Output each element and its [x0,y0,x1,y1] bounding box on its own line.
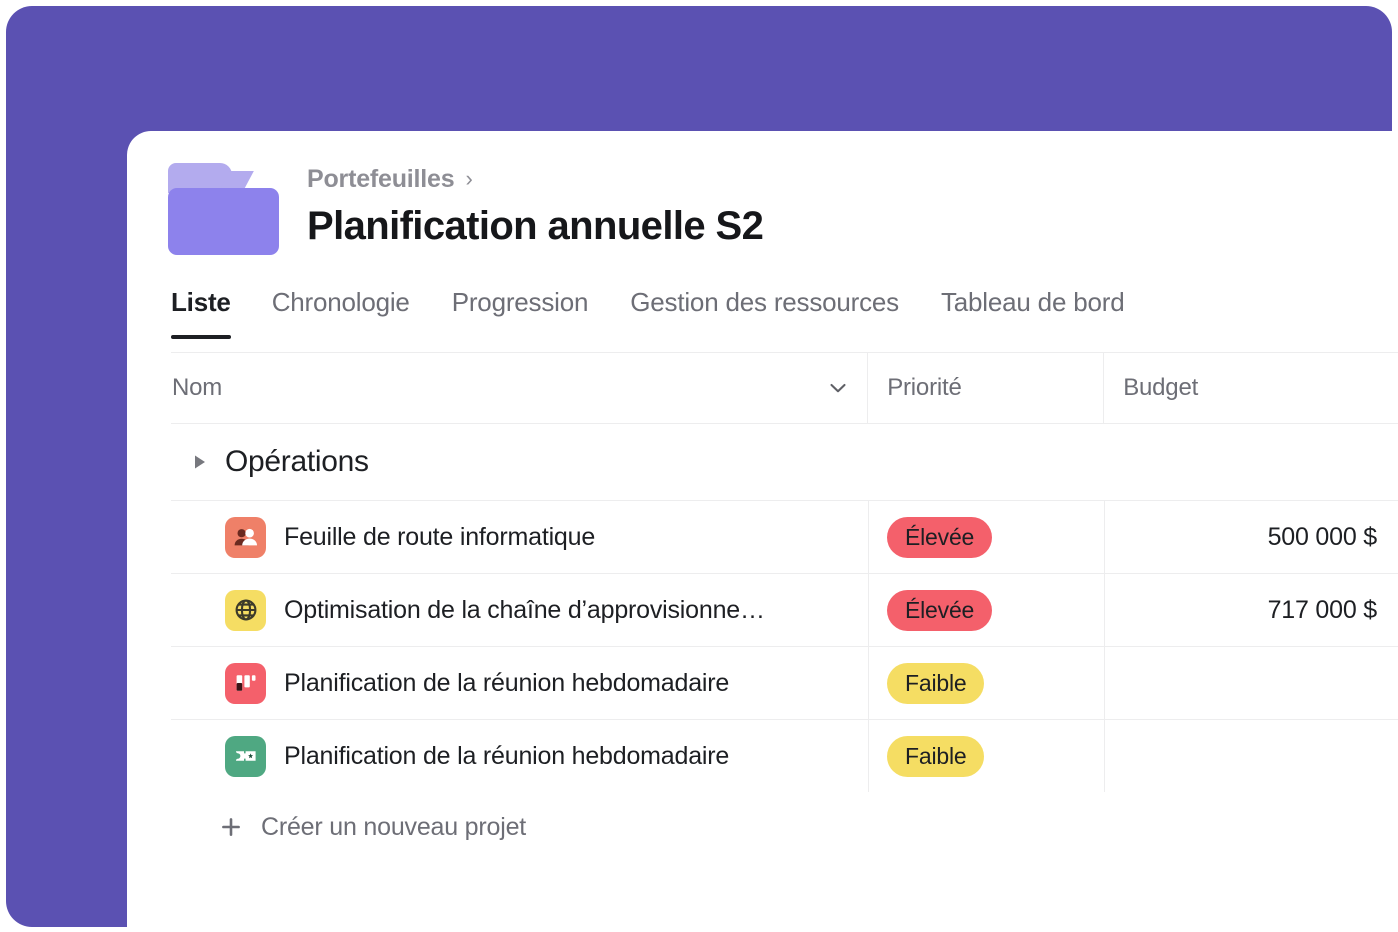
users-icon [225,516,266,558]
row-name: Feuille de route informatique [284,522,596,551]
create-new-project-button[interactable]: Créer un nouveau projet [171,792,1398,862]
tab-tableau-de-bord-label: Tableau de bord [940,287,1125,317]
group-row-operations[interactable]: Opérations [171,424,1398,500]
cell-name: Planification de la réunion hebdomadaire [171,647,868,719]
app-card: Portefeuilles › Planification annuelle S… [127,131,1398,932]
folder-icon-body [168,188,279,255]
breadcrumb-link-portefeuilles[interactable]: Portefeuilles [307,164,455,194]
tab-progression[interactable]: Progression [431,281,610,352]
cell-budget [1103,647,1398,719]
screenshot-root: Portefeuilles › Planification annuelle S… [0,0,1398,932]
group-row-label: Opérations [225,444,369,478]
title-block: Portefeuilles › Planification annuelle S… [307,160,764,250]
ticket-icon [225,735,266,777]
column-header-nom[interactable]: Nom [171,353,867,423]
tab-liste[interactable]: Liste [171,281,251,352]
tab-tableau-de-bord[interactable]: Tableau de bord [920,281,1145,352]
row-name: Optimisation de la chaîne d’approvisionn… [284,595,765,624]
tab-gestion-des-ressources-label: Gestion des ressources [630,287,899,317]
tab-bar: Liste Chronologie Progression Gestion de… [127,281,1398,352]
column-header-nom-label: Nom [172,374,223,401]
cell-priority: Faible [868,720,1104,792]
status-badge-priority: Élevée [887,516,993,558]
chevron-down-icon[interactable] [827,377,849,399]
cell-budget: 717 000 $ [1103,574,1398,646]
cell-name: Planification de la réunion hebdomadaire [171,720,868,792]
table-header-row: Nom Priorité Budget [171,352,1398,424]
status-badge-priority: Élevée [887,589,993,631]
table-row[interactable]: Optimisation de la chaîne d’approvisionn… [171,573,1398,646]
row-name: Planification de la réunion hebdomadaire [284,668,730,697]
breadcrumb: Portefeuilles › [307,164,763,194]
page-header: Portefeuilles › Planification annuelle S… [127,131,1398,281]
tab-chronologie[interactable]: Chronologie [251,281,431,352]
table-row[interactable]: Planification de la réunion hebdomadaire… [171,646,1398,719]
globe-icon [225,589,266,631]
tab-liste-label: Liste [171,287,231,317]
folder-icon [168,163,279,255]
tab-chronologie-label: Chronologie [271,287,410,317]
row-name: Planification de la réunion hebdomadaire [284,741,730,770]
cell-name: Feuille de route informatique [171,501,868,573]
board-icon [225,662,266,704]
projects-table: Nom Priorité Budget Opérations Feuille d… [171,352,1398,932]
column-header-budget-label: Budget [1123,374,1199,401]
table-row[interactable]: Planification de la réunion hebdomadaire… [171,719,1398,792]
chevron-right-icon: › [465,166,473,191]
cell-priority: Élevée [868,501,1104,573]
column-header-budget[interactable]: Budget [1103,353,1398,423]
cell-priority: Élevée [868,574,1104,646]
plus-icon [219,815,243,839]
cell-name: Optimisation de la chaîne d’approvisionn… [171,574,868,646]
triangle-right-icon[interactable] [189,451,211,473]
column-header-priorite-label: Priorité [887,374,962,401]
table-row[interactable]: Feuille de route informatique Élevée 500… [171,500,1398,573]
create-new-project-label: Créer un nouveau projet [261,812,527,841]
page-title: Planification annuelle S2 [307,204,764,248]
tab-gestion-des-ressources[interactable]: Gestion des ressources [609,281,920,352]
cell-budget [1103,720,1398,792]
tab-progression-label: Progression [451,287,589,317]
status-badge-priority: Faible [887,735,985,777]
cell-priority: Faible [868,647,1104,719]
status-badge-priority: Faible [887,662,985,704]
cell-budget: 500 000 $ [1103,501,1398,573]
column-header-priorite[interactable]: Priorité [867,353,1103,423]
